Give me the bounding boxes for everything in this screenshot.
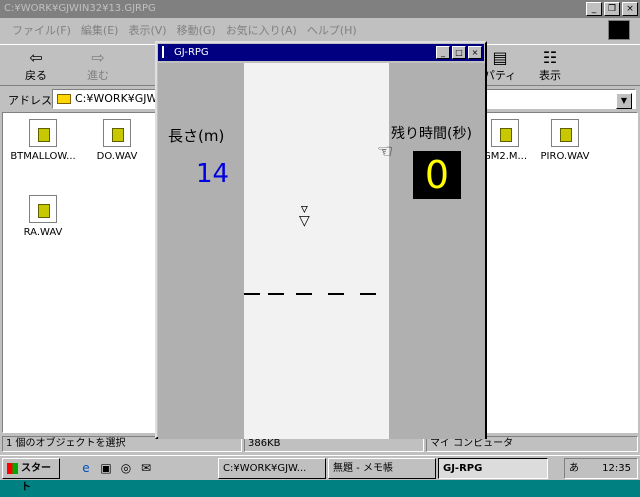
file-name: DO.WAV [96, 151, 138, 162]
ie-icon[interactable]: e [78, 460, 94, 476]
file-item[interactable]: DO.WAV [77, 119, 157, 162]
file-name: BTMALLOW... [10, 151, 76, 162]
application-icon [29, 119, 57, 147]
length-panel: 長さ(m) 14 [158, 63, 244, 439]
app-icon [162, 46, 170, 58]
goal-line-segment [296, 293, 312, 295]
restore-icon[interactable]: ❐ [604, 2, 620, 16]
outlook-icon[interactable]: ✉ [138, 460, 154, 476]
ime-indicator[interactable]: あ [569, 459, 579, 478]
time-value: 0 [413, 151, 461, 199]
sound-file-icon [551, 119, 579, 147]
clock: 12:35 [602, 463, 631, 474]
menu-favorites[interactable]: お気に入り(A) [226, 20, 297, 42]
game-titlebar: GJ-RPG _ □ × [158, 44, 484, 61]
start-button[interactable]: スタート [2, 458, 60, 493]
windows-logo-icon [608, 20, 630, 40]
game-window: GJ-RPG _ □ × 長さ(m) 14 ▿ ▽ 残り時間(秒) ☜ 0 [155, 41, 487, 439]
task-notepad[interactable]: 無題 - メモ帳 [328, 458, 436, 479]
file-name: RA.WAV [23, 227, 63, 238]
menu-file[interactable]: ファイル(F) [12, 20, 71, 42]
explorer-titlebar: C:¥WORK¥GJWIN32¥13.GJRPG _ ❐ × [0, 0, 640, 18]
menu-edit[interactable]: 編集(E) [81, 20, 119, 42]
length-label: 長さ(m) [168, 127, 225, 145]
desktop-icon[interactable]: ▣ [98, 460, 114, 476]
sound-file-icon [29, 195, 57, 223]
file-item[interactable]: PIRO.WAV [525, 119, 605, 162]
task-gj-rpg[interactable]: GJ-RPG [438, 458, 548, 479]
file-item[interactable]: RA.WAV [3, 195, 83, 238]
time-label: 残り時間(秒) [391, 126, 472, 142]
channel-icon[interactable]: ◎ [118, 460, 134, 476]
hand-cursor-icon: ☜ [377, 141, 394, 162]
folder-icon [57, 94, 71, 104]
task-explorer[interactable]: C:¥WORK¥GJW... [218, 458, 326, 479]
menu-bar: ファイル(F) 編集(E) 表示(V) 移動(G) お気に入り(A) ヘルプ(H… [0, 20, 600, 42]
close-icon[interactable]: × [468, 46, 482, 59]
menu-view[interactable]: 表示(V) [128, 20, 166, 42]
player-icon: ▿ ▽ [299, 201, 310, 229]
back-button[interactable]: ⇦ 戻る [14, 49, 58, 83]
system-tray: あ 12:35 [564, 458, 638, 479]
address-value: C:¥WORK¥GJW [75, 92, 158, 105]
minimize-icon[interactable]: _ [436, 46, 450, 59]
goal-line-segment [360, 293, 376, 295]
taskbar: スタート e ▣ ◎ ✉ C:¥WORK¥GJW... 無題 - メモ帳 GJ-… [0, 455, 640, 493]
game-title: GJ-RPG [174, 47, 209, 58]
goal-line-segment [244, 293, 260, 295]
forward-label: 進む [87, 69, 109, 82]
maximize-icon[interactable]: □ [452, 46, 466, 59]
game-field[interactable]: ▿ ▽ [244, 63, 389, 439]
length-value: 14 [196, 159, 230, 189]
address-label: アドレス [8, 94, 52, 107]
menu-go[interactable]: 移動(G) [177, 20, 216, 42]
goal-line-segment [328, 293, 344, 295]
minimize-icon[interactable]: _ [586, 2, 602, 16]
chevron-down-icon[interactable]: ▼ [616, 93, 632, 109]
view-button[interactable]: ☷ 表示 [528, 49, 572, 83]
time-panel: 残り時間(秒) ☜ 0 [377, 63, 485, 439]
goal-line-segment [268, 293, 284, 295]
explorer-title: C:¥WORK¥GJWIN32¥13.GJRPG [4, 3, 156, 14]
close-icon[interactable]: × [622, 2, 638, 16]
midi-file-icon [491, 119, 519, 147]
sound-file-icon [103, 119, 131, 147]
file-item[interactable]: BTMALLOW... [3, 119, 83, 162]
forward-button[interactable]: ⇨ 進む [76, 49, 120, 83]
menu-help[interactable]: ヘルプ(H) [307, 20, 357, 42]
back-label: 戻る [25, 69, 47, 82]
view-label: 表示 [539, 69, 561, 82]
view-icon: ☷ [542, 48, 558, 67]
file-name: PIRO.WAV [540, 151, 590, 162]
back-arrow-icon: ⇦ [29, 48, 43, 67]
forward-arrow-icon: ⇨ [91, 48, 105, 67]
